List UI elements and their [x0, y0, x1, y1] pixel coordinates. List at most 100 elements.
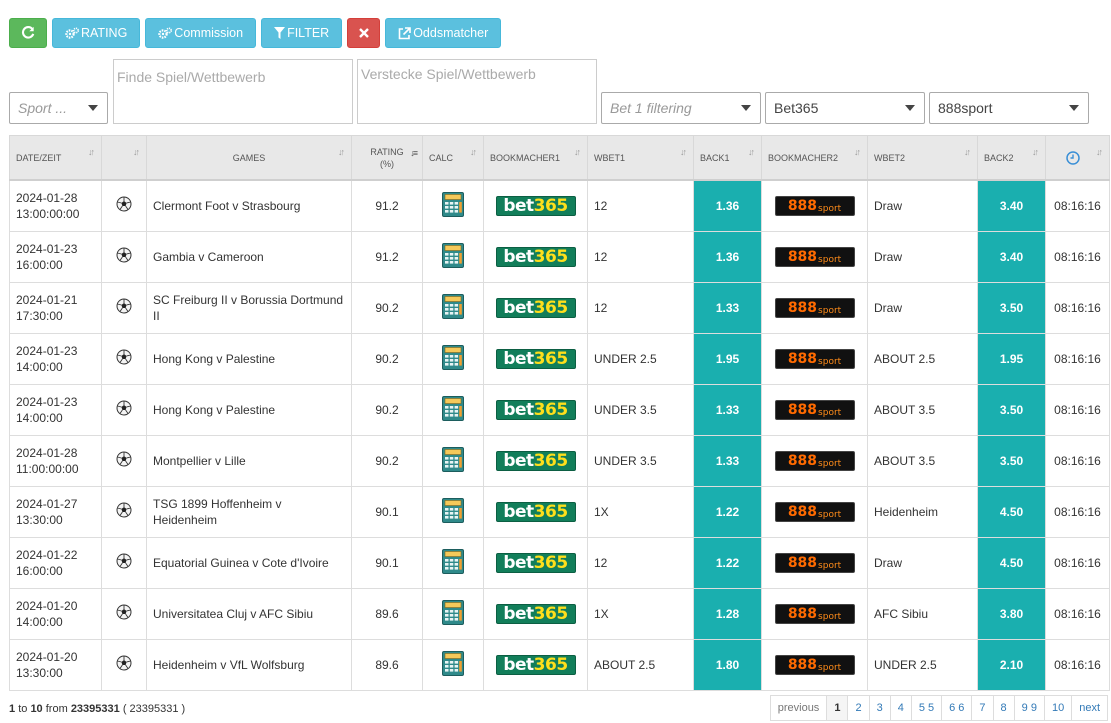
888sport-logo[interactable]: 888 sport — [774, 298, 855, 318]
pagination-page[interactable]: 8 — [992, 695, 1015, 721]
find-game-input[interactable]: Finde Spiel/Wettbewerb — [113, 59, 353, 124]
cell-bookmacher2[interactable]: 888 sport — [761, 384, 868, 436]
cell-bookmacher1[interactable]: bet 365 — [483, 435, 588, 487]
cell-back1[interactable]: 1.22 — [693, 486, 762, 538]
cell-bookmacher2[interactable]: 888 sport — [761, 333, 868, 385]
cell-back1[interactable]: 1.33 — [693, 282, 762, 334]
cell-game[interactable]: Equatorial Guinea v Cote d'Ivoire — [146, 537, 352, 589]
col-header-rating[interactable]: RATING (%) ↓≡ — [351, 135, 423, 181]
cell-game[interactable]: SC Freiburg II v Borussia Dortmund II — [146, 282, 352, 334]
cell-back1[interactable]: 1.80 — [693, 639, 762, 691]
sport-select[interactable]: Sport ... — [9, 92, 108, 124]
cell-calc[interactable] — [422, 588, 484, 640]
888sport-logo[interactable]: 888 sport — [774, 247, 855, 267]
bookmaker1-select[interactable]: Bet365 — [765, 92, 925, 124]
calculator-icon[interactable] — [442, 344, 464, 370]
table-row[interactable]: 2024-01-27 13:30:00 TSG 1899 Hoffenheim v… — [9, 486, 1110, 538]
888sport-logo[interactable]: 888 sport — [774, 655, 855, 675]
col-header-games[interactable]: GAMES ↓↑ — [146, 135, 352, 181]
col-header-updated[interactable]: ↓↑ — [1045, 135, 1110, 181]
cell-back2[interactable]: 4.50 — [977, 537, 1046, 589]
cell-back2[interactable]: 1.95 — [977, 333, 1046, 385]
cell-game[interactable]: Montpellier v Lille — [146, 435, 352, 487]
cell-back2[interactable]: 4.50 — [977, 486, 1046, 538]
hide-game-input[interactable]: Verstecke Spiel/Wettbewerb — [357, 59, 597, 124]
pagination-page[interactable]: 6 6 — [941, 695, 973, 721]
cell-calc[interactable] — [422, 231, 484, 283]
cell-bookmacher2[interactable]: 888 sport — [761, 231, 868, 283]
pagination-page[interactable]: 9 9 — [1013, 695, 1045, 721]
calculator-icon[interactable] — [442, 446, 464, 472]
888sport-logo[interactable]: 888 sport — [774, 349, 855, 369]
bet365-logo[interactable]: bet 365 — [495, 349, 576, 369]
cell-bookmacher2[interactable]: 888 sport — [761, 537, 868, 589]
calculator-icon[interactable] — [442, 293, 464, 319]
bet365-logo[interactable]: bet 365 — [495, 502, 576, 522]
cell-back1[interactable]: 1.95 — [693, 333, 762, 385]
col-header-wbet2[interactable]: WBET2 ↓↑ — [867, 135, 978, 181]
cell-bookmacher2[interactable]: 888 sport — [761, 282, 868, 334]
commission-button[interactable]: Commission — [145, 18, 257, 48]
cell-bookmacher1[interactable]: bet 365 — [483, 537, 588, 589]
pagination-page[interactable]: 5 5 — [910, 695, 943, 721]
cell-bookmacher2[interactable]: 888 sport — [761, 435, 868, 487]
calculator-icon[interactable] — [442, 242, 464, 268]
bet365-logo[interactable]: bet 365 — [495, 451, 576, 471]
table-row[interactable]: 2024-01-28 13:00:00:00 Clermont Foot v St… — [9, 179, 1110, 232]
cell-game[interactable]: Hong Kong v Palestine — [146, 333, 352, 385]
cell-back1[interactable]: 1.33 — [693, 435, 762, 487]
888sport-logo[interactable]: 888 sport — [774, 400, 855, 420]
cell-back1[interactable]: 1.22 — [693, 537, 762, 589]
cell-back2[interactable]: 3.50 — [977, 282, 1046, 334]
cell-back1[interactable]: 1.28 — [693, 588, 762, 640]
bet365-logo[interactable]: bet 365 — [495, 604, 576, 624]
pagination-page[interactable]: 4 — [889, 695, 912, 721]
cell-bookmacher2[interactable]: 888 sport — [761, 588, 868, 640]
col-header-date[interactable]: DATE/ZEIT ↓↑ — [9, 135, 102, 181]
table-row[interactable]: 2024-01-20 14:00:00 Universitatea Cluj v … — [9, 588, 1110, 640]
888sport-logo[interactable]: 888 sport — [774, 553, 855, 573]
pagination-page[interactable]: 1 — [826, 695, 849, 721]
cell-calc[interactable] — [422, 282, 484, 334]
cell-back1[interactable]: 1.36 — [693, 231, 762, 283]
cell-calc[interactable] — [422, 333, 484, 385]
cell-back2[interactable]: 3.40 — [977, 179, 1046, 232]
cell-calc[interactable] — [422, 486, 484, 538]
cell-back2[interactable]: 3.50 — [977, 435, 1046, 487]
cell-bookmacher1[interactable]: bet 365 — [483, 639, 588, 691]
col-header-sport[interactable]: ↓↑ — [101, 135, 147, 181]
clear-filter-button[interactable] — [347, 18, 381, 48]
cell-bookmacher1[interactable]: bet 365 — [483, 179, 588, 232]
table-row[interactable]: 2024-01-23 14:00:00 Hong Kong v Palestine… — [9, 333, 1110, 385]
cell-bookmacher1[interactable]: bet 365 — [483, 486, 588, 538]
cell-bookmacher1[interactable]: bet 365 — [483, 282, 588, 334]
bookmaker2-select[interactable]: 888sport — [929, 92, 1089, 124]
cell-back1[interactable]: 1.33 — [693, 384, 762, 436]
bet365-logo[interactable]: bet 365 — [495, 655, 576, 675]
bet365-logo[interactable]: bet 365 — [495, 553, 576, 573]
cell-bookmacher1[interactable]: bet 365 — [483, 333, 588, 385]
cell-game[interactable]: Gambia v Cameroon — [146, 231, 352, 283]
cell-bookmacher1[interactable]: bet 365 — [483, 231, 588, 283]
cell-bookmacher1[interactable]: bet 365 — [483, 588, 588, 640]
table-row[interactable]: 2024-01-23 16:00:00 Gambia v Cameroon 91.… — [9, 231, 1110, 283]
calculator-icon[interactable] — [442, 599, 464, 625]
col-header-calc[interactable]: CALC ↓↑ — [422, 135, 484, 181]
calculator-icon[interactable] — [442, 548, 464, 574]
pagination-page[interactable]: 10 — [1043, 695, 1073, 721]
filter-button[interactable]: FILTER — [261, 18, 343, 48]
cell-back2[interactable]: 3.50 — [977, 384, 1046, 436]
table-row[interactable]: 2024-01-21 17:30:00 SC Freiburg II v Boru… — [9, 282, 1110, 334]
888sport-logo[interactable]: 888 sport — [774, 451, 855, 471]
cell-back2[interactable]: 2.10 — [977, 639, 1046, 691]
bet365-logo[interactable]: bet 365 — [495, 400, 576, 420]
pagination-previous[interactable]: previous — [769, 695, 828, 721]
calculator-icon[interactable] — [442, 395, 464, 421]
calculator-icon[interactable] — [442, 497, 464, 523]
table-row[interactable]: 2024-01-20 13:30:00 Heidenheim v VfL Wolf… — [9, 639, 1110, 691]
cell-calc[interactable] — [422, 384, 484, 436]
refresh-button[interactable] — [9, 18, 47, 48]
col-header-back2[interactable]: BACK2 ↓↑ — [977, 135, 1046, 181]
table-row[interactable]: 2024-01-22 16:00:00 Equatorial Guinea v C… — [9, 537, 1110, 589]
888sport-logo[interactable]: 888 sport — [774, 604, 855, 624]
